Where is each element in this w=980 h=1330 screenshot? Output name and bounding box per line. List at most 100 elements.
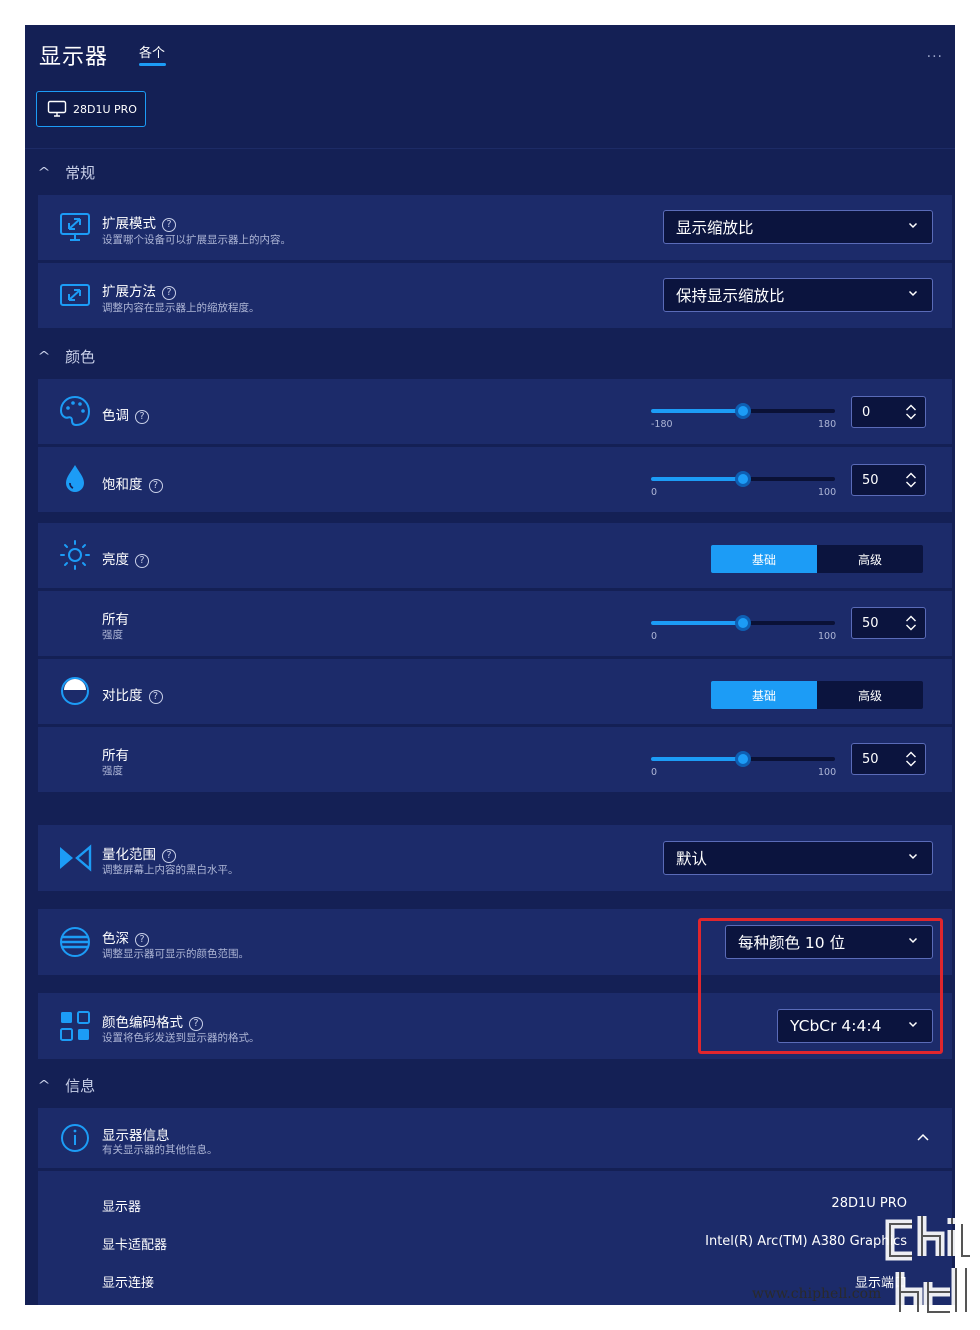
help-icon[interactable]: ? bbox=[135, 554, 149, 568]
monitor-icon bbox=[47, 100, 67, 117]
brightness-label: 亮度 bbox=[102, 552, 129, 568]
extend-method-value: 保持显示缩放比 bbox=[676, 287, 785, 305]
section-info-title: 信息 bbox=[65, 1076, 96, 1095]
device-selector-button[interactable]: 28D1U PRO bbox=[36, 91, 146, 127]
chevron-up-icon[interactable] bbox=[916, 1132, 930, 1142]
chevron-up-icon: ^ bbox=[37, 1078, 51, 1092]
color-encoding-desc: 设置将色彩发送到显示器的格式。 bbox=[102, 1032, 260, 1044]
tab-active-indicator bbox=[139, 63, 166, 66]
help-icon[interactable]: ? bbox=[135, 933, 149, 947]
hue-stepper[interactable]: 0 bbox=[851, 396, 926, 428]
droplet-icon bbox=[58, 462, 92, 496]
brightness-stepper[interactable]: 50 bbox=[851, 607, 926, 639]
contrast-min: 0 bbox=[651, 767, 658, 778]
contrast-row: 对比度? 基础 高级 bbox=[38, 659, 952, 724]
saturation-label: 饱和度 bbox=[102, 477, 143, 493]
contrast-mode-toggle[interactable]: 基础 高级 bbox=[711, 681, 923, 709]
hue-slider[interactable] bbox=[651, 403, 835, 419]
highlight-annotation-box bbox=[698, 918, 943, 1054]
hue-min: -180 bbox=[651, 419, 673, 430]
quant-range-value: 默认 bbox=[676, 850, 708, 868]
up-down-arrows-icon[interactable] bbox=[905, 750, 917, 768]
saturation-slider-knob[interactable] bbox=[735, 471, 751, 487]
quant-range-dropdown[interactable]: 默认 bbox=[663, 841, 933, 875]
hue-row: 色调? -180 180 0 bbox=[38, 379, 952, 444]
contrast-icon bbox=[58, 674, 92, 708]
help-icon[interactable]: ? bbox=[148, 690, 163, 704]
extend-mode-dropdown[interactable]: 显示缩放比 bbox=[663, 210, 933, 244]
help-icon[interactable]: ? bbox=[148, 479, 163, 493]
info-icon bbox=[58, 1121, 92, 1155]
palette-icon bbox=[58, 394, 92, 428]
info-value-adapter: Intel(R) Arc(TM) A380 Graphics bbox=[705, 1234, 907, 1249]
chevron-down-icon bbox=[908, 222, 918, 229]
saturation-row: 饱和度? 0 100 50 bbox=[38, 447, 952, 512]
tab-all[interactable]: 各个 bbox=[139, 42, 165, 61]
up-down-arrows-icon[interactable] bbox=[905, 403, 917, 421]
brightness-slider-knob[interactable] bbox=[735, 615, 751, 631]
extend-mode-desc: 设置哪个设备可以扩展显示器上的内容。 bbox=[102, 234, 291, 246]
saturation-value: 50 bbox=[862, 472, 879, 488]
contrast-all-sub: 强度 bbox=[102, 765, 123, 777]
brightness-mode-toggle[interactable]: 基础 高级 bbox=[711, 545, 923, 573]
sun-icon bbox=[58, 538, 92, 572]
more-options-button[interactable]: ... bbox=[927, 45, 943, 61]
section-color-toggle[interactable]: ^ 颜色 bbox=[37, 345, 95, 367]
brightness-advanced-tab[interactable]: 高级 bbox=[817, 545, 923, 573]
contrast-stepper[interactable]: 50 bbox=[851, 743, 926, 775]
contrast-slider-knob[interactable] bbox=[735, 751, 751, 767]
display-info-details: 显示器 28D1U PRO 显卡适配器 Intel(R) Arc(TM) A38… bbox=[38, 1171, 952, 1305]
help-icon[interactable]: ? bbox=[162, 849, 176, 863]
brightness-all-label: 所有 bbox=[102, 612, 129, 628]
quant-range-desc: 调整屏幕上内容的黑白水平。 bbox=[102, 864, 239, 876]
extend-method-row: 扩展方法? 调整内容在显示器上的缩放程度。 保持显示缩放比 bbox=[38, 263, 952, 328]
extend-mode-icon bbox=[58, 210, 92, 244]
hue-slider-fill bbox=[651, 409, 743, 413]
section-info-toggle[interactable]: ^ 信息 bbox=[37, 1074, 96, 1096]
info-key-connection: 显示连接 bbox=[102, 1276, 155, 1291]
contrast-basic-tab[interactable]: 基础 bbox=[711, 681, 817, 709]
help-icon[interactable]: ? bbox=[162, 286, 176, 300]
help-icon[interactable]: ? bbox=[189, 1017, 203, 1031]
contrast-slider[interactable] bbox=[651, 751, 835, 767]
brightness-slider[interactable] bbox=[651, 615, 835, 631]
brightness-max: 100 bbox=[818, 631, 837, 642]
divider bbox=[25, 148, 955, 149]
contrast-slider-fill bbox=[651, 757, 743, 761]
info-value-display: 28D1U PRO bbox=[831, 1196, 907, 1211]
extend-method-label: 扩展方法 bbox=[102, 284, 156, 300]
hue-value: 0 bbox=[862, 404, 871, 420]
section-general-toggle[interactable]: ^ 常规 bbox=[37, 161, 95, 183]
display-info-label: 显示器信息 bbox=[102, 1128, 170, 1144]
contrast-all-label: 所有 bbox=[102, 748, 129, 764]
chevron-down-icon bbox=[908, 853, 918, 860]
up-down-arrows-icon[interactable] bbox=[905, 471, 917, 489]
help-icon[interactable]: ? bbox=[162, 218, 176, 232]
brightness-basic-tab[interactable]: 基础 bbox=[711, 545, 817, 573]
info-key-display: 显示器 bbox=[102, 1200, 142, 1215]
saturation-slider-fill bbox=[651, 477, 743, 481]
brightness-min: 0 bbox=[651, 631, 658, 642]
device-label: 28D1U PRO bbox=[73, 102, 137, 116]
hue-slider-knob[interactable] bbox=[735, 403, 751, 419]
display-settings-window: 显示器 各个 ... 28D1U PRO ^ 常规 扩展模式? 设置哪个设备可以… bbox=[25, 25, 955, 1305]
extend-method-dropdown[interactable]: 保持显示缩放比 bbox=[663, 278, 933, 312]
bowtie-icon bbox=[58, 841, 92, 875]
watermark-url: www.chiphell.com bbox=[752, 1286, 882, 1302]
brightness-row: 亮度? 基础 高级 bbox=[38, 523, 952, 588]
saturation-stepper[interactable]: 50 bbox=[851, 464, 926, 496]
extend-mode-value: 显示缩放比 bbox=[676, 219, 754, 237]
color-depth-label: 色深 bbox=[102, 931, 129, 947]
color-depth-desc: 调整显示器可显示的颜色范围。 bbox=[102, 948, 249, 960]
contrast-advanced-tab[interactable]: 高级 bbox=[817, 681, 923, 709]
help-icon[interactable]: ? bbox=[135, 410, 149, 424]
striped-circle-icon bbox=[58, 925, 92, 959]
hue-max: 180 bbox=[818, 419, 837, 430]
saturation-slider[interactable] bbox=[651, 471, 835, 487]
info-key-adapter: 显卡适配器 bbox=[102, 1238, 168, 1253]
quant-range-row: 量化范围? 调整屏幕上内容的黑白水平。 默认 bbox=[38, 825, 952, 891]
saturation-min: 0 bbox=[651, 487, 658, 498]
up-down-arrows-icon[interactable] bbox=[905, 614, 917, 632]
display-info-row[interactable]: 显示器信息 有关显示器的其他信息。 bbox=[38, 1108, 952, 1168]
chevron-up-icon: ^ bbox=[37, 165, 51, 179]
